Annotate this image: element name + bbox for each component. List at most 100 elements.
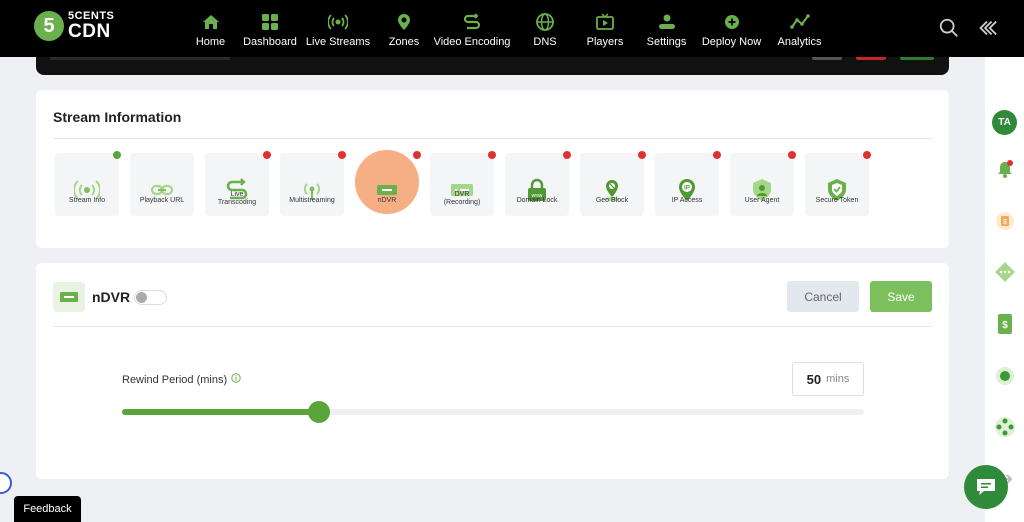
status-dot: [638, 151, 646, 159]
ndvr-title: nDVR: [92, 289, 131, 305]
nav-item-label: Dashboard: [243, 36, 297, 48]
accessibility-widget[interactable]: [0, 472, 12, 494]
billing-coin-icon[interactable]: $: [991, 207, 1018, 234]
lock-icon: www: [524, 165, 550, 201]
antenna-icon: [299, 165, 325, 200]
right-sidebar: TA $ $: [985, 57, 1024, 522]
ndvr-card: nDVR Cancel Save Rewind Period (mins) 50…: [36, 263, 949, 479]
status-dot: [488, 151, 496, 159]
top-navbar: 5 5CENTS CDN Home Dashboard Live Streams Zo…: [0, 0, 1024, 57]
tile-domain-lock[interactable]: www Domain Lock: [505, 151, 571, 216]
tile-secure-token[interactable]: Secure Token: [805, 151, 871, 216]
feature-tiles: Stream Info Playback URL Live Transcoding Mu…: [55, 150, 871, 216]
tile-label: Live Transcoding: [217, 191, 257, 206]
dns-icon: [535, 12, 555, 32]
rewind-unit: mins: [826, 373, 850, 385]
search-icon[interactable]: [938, 17, 960, 44]
ndvr-header-icon: [53, 282, 85, 312]
svg-text:$: $: [1002, 320, 1008, 331]
tile-live-transcoding[interactable]: Live Transcoding: [205, 151, 271, 216]
rewind-value: 50: [806, 371, 822, 387]
nav-item-label: Video Encoding: [433, 36, 511, 48]
save-button[interactable]: Save: [870, 281, 932, 312]
nav-item-label: Analytics: [777, 36, 822, 48]
ndvr-device-icon: [374, 165, 400, 195]
chat-button[interactable]: [964, 465, 1008, 509]
rewind-slider-thumb[interactable]: [308, 401, 330, 423]
nav-item-settings[interactable]: Settings: [644, 0, 689, 48]
brand-logo[interactable]: 5 5CENTS CDN: [34, 11, 114, 41]
status-dot: [713, 151, 721, 159]
nav-item-label: DNS: [533, 36, 557, 48]
tile-label: DVR (Recording): [443, 191, 481, 206]
tile-label: IP Access: [671, 197, 703, 204]
ndvr-enable-toggle[interactable]: [134, 290, 167, 305]
record-icon[interactable]: [991, 362, 1018, 389]
feedback-button[interactable]: Feedback: [14, 496, 81, 522]
nav-item-label: Deploy Now: [701, 36, 762, 48]
status-dot: [263, 151, 271, 159]
tile-label: nDVR: [377, 197, 397, 204]
status-dot: [413, 151, 421, 159]
nav-item-analytics[interactable]: Analytics: [773, 0, 826, 48]
nav-item-dns[interactable]: DNS: [524, 0, 566, 48]
tile-stream-info[interactable]: Stream Info: [55, 151, 121, 216]
rewind-slider-fill: [122, 409, 319, 415]
user-agent-icon: [749, 165, 775, 201]
connections-icon[interactable]: [991, 258, 1018, 285]
collapse-chevrons-icon[interactable]: [976, 17, 998, 44]
rewind-slider-track[interactable]: [122, 401, 864, 423]
info-icon[interactable]: [231, 373, 241, 386]
status-dot: [113, 151, 121, 159]
cancel-button[interactable]: Cancel: [787, 281, 859, 312]
tile-user-agent[interactable]: User Agent: [730, 151, 796, 216]
nav-item-label: Live Streams: [305, 36, 371, 48]
nav-item-dashboard[interactable]: Dashboard: [241, 0, 299, 48]
nav-item-live-streams[interactable]: Live Streams: [304, 0, 372, 48]
tile-ip-access[interactable]: IP IP Access: [655, 151, 721, 216]
rewind-period-label: Rewind Period (mins): [122, 373, 241, 386]
nav-item-video-encoding[interactable]: Video Encoding: [432, 0, 512, 48]
nav-item-players[interactable]: Players: [576, 0, 634, 48]
analytics-icon: [789, 12, 810, 32]
tile-dvr-recording[interactable]: DVR (Recording): [430, 151, 496, 216]
stream-information-title: Stream Information: [53, 109, 182, 125]
tile-label: Geo Block: [595, 197, 629, 204]
tile-multistreaming[interactable]: Multistreaming: [280, 151, 346, 216]
nav-item-label: Players: [586, 36, 624, 48]
tile-ndvr[interactable]: nDVR: [355, 150, 421, 216]
rewind-period-input[interactable]: 50 mins: [792, 362, 864, 396]
nav-item-label: Zones: [388, 36, 420, 48]
nav-item-deploy-now[interactable]: Deploy Now: [699, 0, 764, 48]
tile-geo-block[interactable]: Geo Block: [580, 151, 646, 216]
secure-token-icon: [824, 165, 850, 201]
network-icon[interactable]: [991, 413, 1018, 440]
status-dot: [563, 151, 571, 159]
svg-text:IP: IP: [684, 186, 690, 192]
tile-label: Playback URL: [139, 197, 185, 204]
tile-label: Domain Lock: [516, 197, 558, 204]
video-encoding-icon: [462, 12, 482, 32]
status-dot: [863, 151, 871, 159]
notifications-bell-icon[interactable]: [991, 155, 1018, 182]
nav-item-label: Home: [195, 36, 226, 48]
nav-item-zones[interactable]: Zones: [384, 0, 424, 48]
status-dot: [788, 151, 796, 159]
broadcast-icon: [72, 165, 102, 200]
user-avatar[interactable]: TA: [991, 109, 1018, 136]
transcoding-icon: [224, 165, 250, 200]
dashboard-icon: [260, 12, 280, 32]
chat-bubble-icon: [977, 479, 995, 495]
nav-item-home[interactable]: Home: [190, 0, 231, 48]
toggle-knob: [136, 292, 147, 303]
zones-icon: [394, 12, 414, 32]
tile-label: Multistreaming: [289, 197, 335, 204]
svg-text:$: $: [1003, 219, 1007, 226]
ip-pin-icon: IP: [674, 165, 700, 201]
live-streams-icon: [327, 12, 349, 32]
tile-playback-url[interactable]: Playback URL: [130, 153, 194, 216]
invoice-dollar-icon[interactable]: $: [991, 310, 1018, 337]
nav-item-label: Settings: [646, 36, 687, 48]
status-dot: [338, 151, 346, 159]
home-icon: [201, 12, 221, 32]
